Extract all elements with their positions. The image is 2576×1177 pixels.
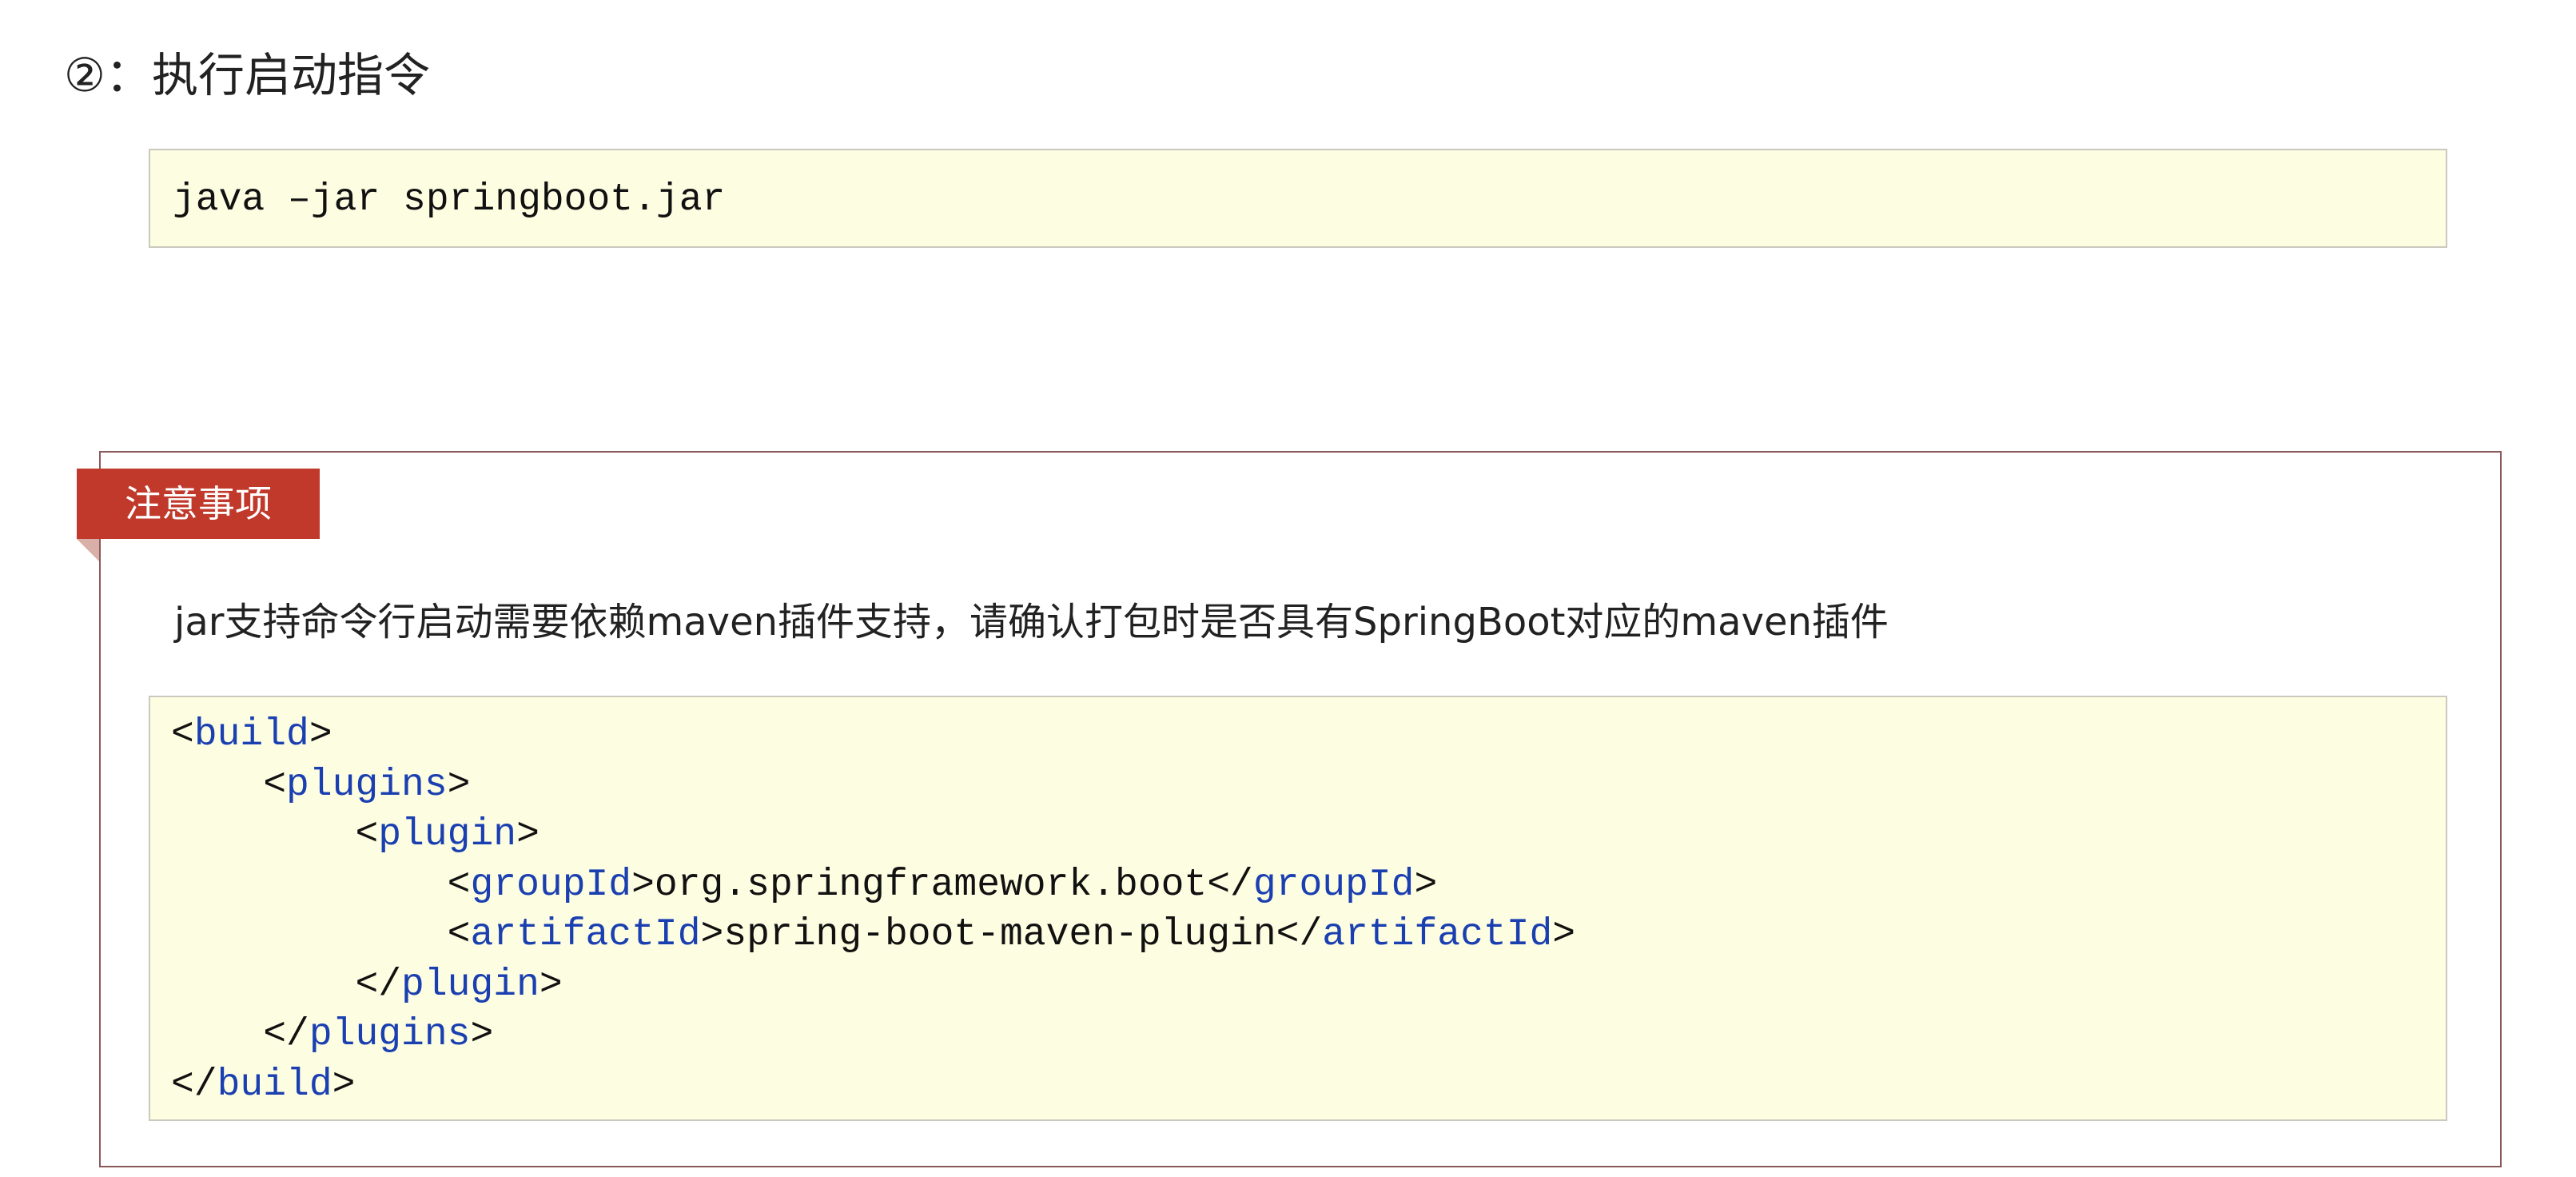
xml-tag-name: groupId [470, 863, 632, 907]
xml-tag-name: plugins [309, 1013, 471, 1056]
xml-tag-name: artifactId [470, 913, 701, 956]
xml-code-block: <build> <plugins> <plugin> <groupId>org.… [149, 696, 2447, 1121]
xml-value: org.springframework.boot [654, 863, 1208, 907]
xml-bracket: </ [1207, 863, 1253, 907]
xml-bracket: </ [263, 1013, 309, 1056]
xml-bracket: > [631, 863, 655, 907]
step-heading: ②：执行启动指令 [64, 48, 430, 102]
xml-bracket: > [447, 763, 471, 807]
xml-tag-name: plugin [401, 963, 539, 1007]
xml-bracket: < [447, 913, 471, 956]
xml-bracket: < [355, 813, 379, 856]
xml-tag-name: plugins [286, 763, 448, 807]
xml-bracket: > [1552, 913, 1576, 956]
xml-tag-name: build [193, 713, 309, 756]
xml-bracket: > [470, 1013, 494, 1056]
xml-indent [171, 764, 263, 807]
note-tab-fold [77, 539, 99, 561]
xml-line: </build> [171, 1060, 1575, 1111]
xml-indent [171, 964, 355, 1007]
xml-tag-name: build [217, 1063, 332, 1107]
xml-bracket: > [516, 813, 539, 856]
xml-lines: <build> <plugins> <plugin> <groupId>org.… [171, 710, 1575, 1110]
xml-indent [171, 1013, 263, 1056]
xml-bracket: > [332, 1063, 356, 1107]
note-description: jar支持命令行启动需要依赖maven插件支持，请确认打包时是否具有Spring… [174, 600, 1889, 644]
xml-bracket: > [539, 963, 563, 1007]
xml-bracket: < [171, 713, 194, 756]
xml-bracket: > [309, 713, 332, 756]
xml-line: <artifactId>spring-boot-maven-plugin</ar… [171, 910, 1575, 960]
xml-tag-name: plugin [378, 813, 517, 856]
xml-indent [171, 813, 355, 856]
xml-indent [171, 864, 448, 907]
xml-bracket: </ [1276, 913, 1323, 956]
command-text: java –jar springboot.jar [173, 178, 726, 221]
xml-tag-name: artifactId [1322, 913, 1553, 956]
xml-bracket: > [700, 913, 724, 956]
xml-bracket: > [1414, 863, 1438, 907]
command-code-block: java –jar springboot.jar [149, 149, 2447, 248]
xml-bracket: </ [171, 1063, 217, 1107]
xml-line: </plugins> [171, 1010, 1575, 1060]
xml-line: <plugins> [171, 760, 1575, 811]
xml-indent [171, 913, 448, 956]
note-tab-label: 注意事项 [77, 469, 320, 539]
xml-line: <plugin> [171, 810, 1575, 860]
xml-bracket: < [447, 863, 471, 907]
xml-tag-name: groupId [1252, 863, 1415, 907]
xml-line: <build> [171, 710, 1575, 760]
xml-bracket: < [263, 763, 287, 807]
xml-bracket: </ [355, 963, 402, 1007]
xml-line: <groupId>org.springframework.boot</group… [171, 860, 1575, 911]
xml-value: spring-boot-maven-plugin [723, 913, 1276, 956]
xml-line: </plugin> [171, 960, 1575, 1011]
